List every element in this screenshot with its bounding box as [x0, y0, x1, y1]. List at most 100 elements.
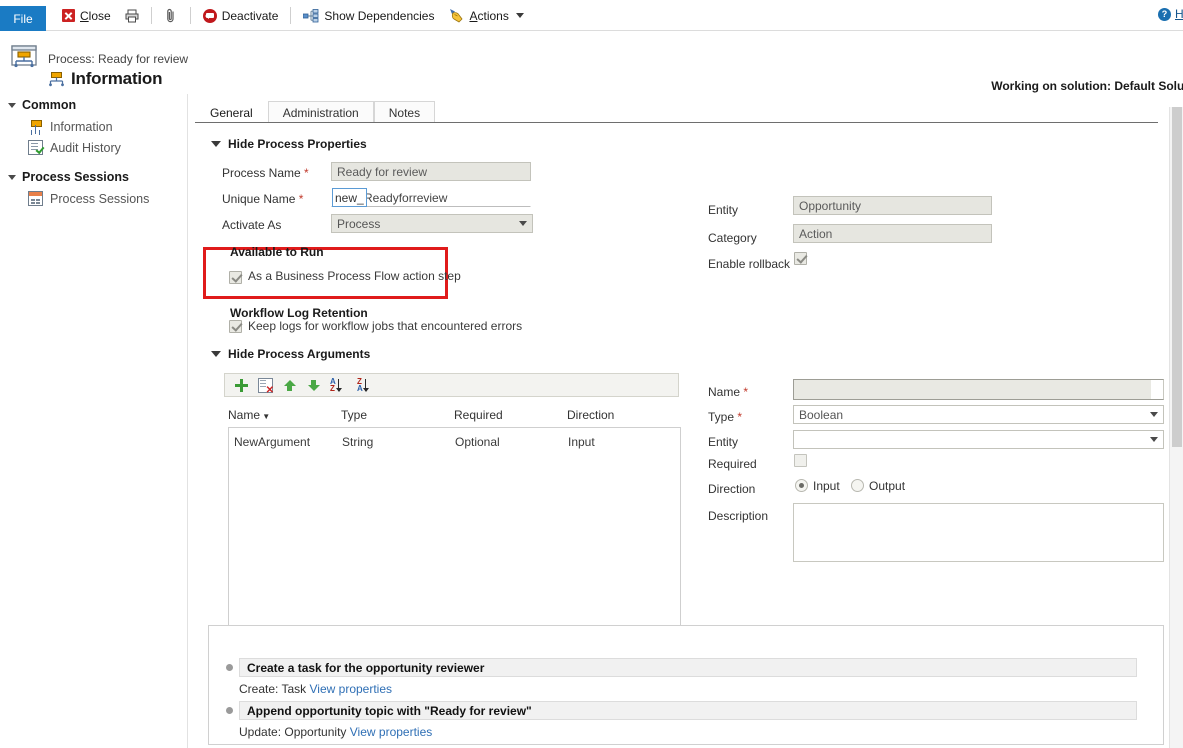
delete-argument-icon[interactable]: [258, 378, 273, 393]
column-header-required[interactable]: Required: [454, 408, 503, 422]
move-down-icon[interactable]: [306, 378, 321, 393]
arrow-down-icon: [338, 379, 339, 391]
argument-type-label: Type *: [708, 410, 742, 424]
help-link[interactable]: ? Hel: [1158, 7, 1183, 21]
step-bullet-icon[interactable]: [226, 664, 233, 671]
move-up-icon[interactable]: [282, 378, 297, 393]
step-action: Create:: [239, 682, 278, 696]
sidebar-group-process-sessions[interactable]: Process Sessions: [0, 166, 187, 188]
keep-logs-checkbox[interactable]: [229, 320, 242, 333]
column-header-direction[interactable]: Direction: [567, 408, 614, 422]
argument-entity-dropdown[interactable]: [793, 430, 1164, 449]
hide-process-properties-toggle[interactable]: Hide Process Properties: [211, 137, 367, 151]
actions-icon: [448, 8, 464, 23]
page-title: Information: [48, 69, 162, 89]
hide-process-arguments-label: Hide Process Arguments: [228, 347, 370, 361]
process-entity-icon: [10, 43, 40, 73]
sidebar-group-common-label: Common: [22, 98, 76, 112]
input-tail: [1151, 380, 1163, 399]
actions-button[interactable]: Actions: [441, 4, 530, 28]
enable-rollback-checkbox[interactable]: [794, 252, 807, 265]
chevron-down-icon: [211, 141, 221, 147]
close-button[interactable]: Close: [55, 4, 118, 28]
step-target: Task: [281, 682, 306, 696]
view-properties-link[interactable]: View properties: [310, 682, 393, 696]
arrow-down-icon: [365, 379, 366, 391]
sidebar: Common Information Audit History Process…: [0, 94, 188, 748]
sidebar-item-information[interactable]: Information: [0, 116, 187, 137]
column-header-type[interactable]: Type: [341, 408, 367, 422]
entity-label: Entity: [708, 203, 738, 217]
main-content: General Administration Notes Hide Proces…: [189, 94, 1183, 748]
process-name-field[interactable]: Ready for review: [331, 162, 531, 181]
argument-entity-label: Entity: [708, 435, 738, 449]
argument-description-label: Description: [708, 509, 768, 523]
separator: [190, 7, 191, 24]
step-title[interactable]: Create a task for the opportunity review…: [239, 658, 1137, 677]
actions-button-label: Actions: [469, 9, 508, 23]
add-argument-icon[interactable]: [234, 378, 249, 393]
page-title-text: Information: [71, 69, 162, 89]
deactivate-button[interactable]: Deactivate: [196, 4, 286, 28]
activate-as-value: Process: [337, 217, 380, 231]
print-button[interactable]: [118, 4, 146, 28]
tab-general[interactable]: General: [195, 101, 268, 123]
cell-required: Optional: [455, 435, 500, 449]
argument-name-label: Name *: [708, 385, 748, 399]
bpf-action-step-label: As a Business Process Flow action step: [248, 269, 461, 283]
sort-asc-bottom: Z: [330, 385, 335, 392]
argument-name-input[interactable]: [793, 379, 1164, 400]
vertical-scrollbar[interactable]: [1169, 107, 1183, 748]
separator: [151, 7, 152, 24]
tab-administration[interactable]: Administration: [268, 101, 374, 123]
direction-output-radio[interactable]: [851, 479, 864, 492]
workflow-log-retention-heading: Workflow Log Retention: [230, 306, 368, 320]
file-tab[interactable]: File: [0, 6, 46, 31]
sidebar-item-process-sessions[interactable]: Process Sessions: [0, 188, 187, 209]
tab-underline: [195, 122, 1158, 123]
unique-name-prefix[interactable]: new_: [332, 188, 367, 207]
attach-button[interactable]: [157, 4, 185, 28]
sidebar-group-common[interactable]: Common: [0, 94, 187, 116]
enable-rollback-label: Enable rollback: [708, 257, 790, 271]
direction-input-label: Input: [813, 479, 840, 493]
page-header: Process: Ready for review Information Wo…: [0, 31, 1183, 94]
argument-direction-label: Direction: [708, 482, 755, 496]
entity-field[interactable]: Opportunity: [793, 196, 992, 215]
workflow-steps-panel: Create a task for the opportunity review…: [208, 625, 1164, 745]
bpf-action-step-checkbox[interactable]: [229, 271, 242, 284]
sidebar-group-process-sessions-label: Process Sessions: [22, 170, 129, 184]
view-properties-link[interactable]: View properties: [350, 725, 433, 739]
cell-name: NewArgument: [234, 435, 310, 449]
scrollbar-thumb[interactable]: [1172, 107, 1182, 447]
show-dependencies-button[interactable]: Show Dependencies: [296, 4, 441, 28]
arguments-toolbar: A Z Z A: [224, 373, 679, 397]
argument-required-checkbox[interactable]: [794, 454, 807, 467]
sort-descending-icon[interactable]: Z A: [357, 378, 375, 393]
process-name-label: Process Name *: [222, 166, 309, 180]
hide-process-arguments-toggle[interactable]: Hide Process Arguments: [211, 347, 370, 361]
step-target: Opportunity: [284, 725, 346, 739]
table-row[interactable]: NewArgument String Optional Input: [229, 428, 680, 456]
step-meta: Update: Opportunity View properties: [239, 725, 432, 739]
category-field[interactable]: Action: [793, 224, 992, 243]
sort-ascending-icon[interactable]: A Z: [330, 378, 348, 393]
activate-as-dropdown[interactable]: Process: [331, 214, 533, 233]
step-meta: Create: Task View properties: [239, 682, 392, 696]
argument-type-dropdown[interactable]: Boolean: [793, 405, 1164, 424]
step-bullet-icon[interactable]: [226, 707, 233, 714]
command-bar: File Close: [0, 0, 1183, 31]
argument-description-textarea[interactable]: [793, 503, 1164, 562]
direction-input-radio[interactable]: [795, 479, 808, 492]
direction-output-label: Output: [869, 479, 905, 493]
sidebar-item-audit-history[interactable]: Audit History: [0, 137, 187, 158]
collapse-triangle-icon: [8, 103, 16, 108]
category-label: Category: [708, 231, 757, 245]
tab-notes[interactable]: Notes: [374, 101, 435, 123]
close-icon: [62, 9, 75, 22]
show-dependencies-label: Show Dependencies: [324, 9, 434, 23]
unique-name-label: Unique Name *: [222, 192, 303, 206]
chevron-down-icon: [516, 13, 524, 18]
column-header-name[interactable]: Name ▼: [228, 408, 270, 422]
step-title[interactable]: Append opportunity topic with "Ready for…: [239, 701, 1137, 720]
